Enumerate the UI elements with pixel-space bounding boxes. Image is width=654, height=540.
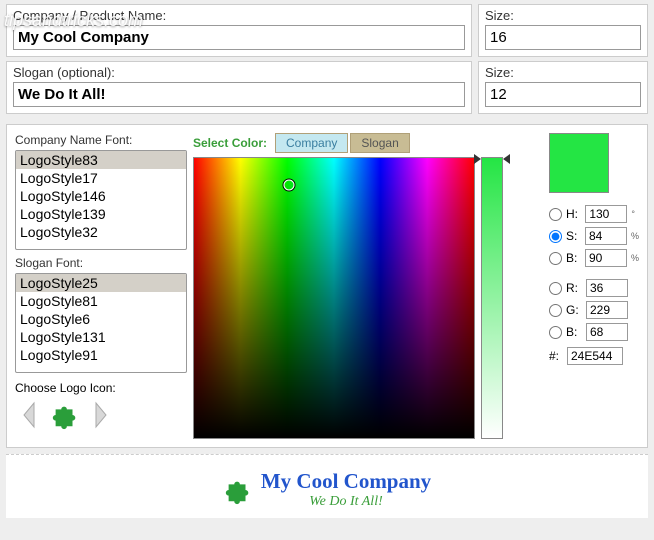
color-field-cursor xyxy=(284,180,295,191)
chevron-right-icon xyxy=(90,401,110,429)
slider-handle-icon xyxy=(503,154,510,164)
label-h: H: xyxy=(566,207,581,221)
select-color-label: Select Color: xyxy=(193,136,267,150)
choose-icon-label: Choose Logo Icon: xyxy=(15,381,187,395)
input-b[interactable] xyxy=(585,249,627,267)
unit-b: % xyxy=(631,253,639,263)
input-r[interactable] xyxy=(586,279,628,297)
input-bl[interactable] xyxy=(586,323,628,341)
next-icon-button[interactable] xyxy=(85,399,115,431)
chevron-left-icon xyxy=(20,401,40,429)
font-option[interactable]: LogoStyle139 xyxy=(16,205,186,223)
size2-input[interactable] xyxy=(485,82,641,107)
slider-handle-icon xyxy=(474,154,481,164)
radio-g[interactable] xyxy=(549,304,562,317)
color-field[interactable] xyxy=(193,157,475,439)
font-option[interactable]: LogoStyle6 xyxy=(16,310,186,328)
size2-group: Size: xyxy=(478,61,648,114)
slogan-input[interactable] xyxy=(13,82,465,107)
brightness-slider[interactable] xyxy=(481,157,503,439)
preview-company-name: My Cool Company xyxy=(261,469,431,494)
logo-preview: My Cool Company We Do It All! xyxy=(6,454,648,518)
label-g: G: xyxy=(566,303,582,317)
slogan-font-list[interactable]: LogoStyle25 LogoStyle81 LogoStyle6 LogoS… xyxy=(15,273,187,373)
input-hex[interactable] xyxy=(567,347,623,365)
font-option[interactable]: LogoStyle17 xyxy=(16,169,186,187)
size1-group: Size: xyxy=(478,4,648,57)
slogan-font-label: Slogan Font: xyxy=(15,256,187,270)
label-s: S: xyxy=(566,229,581,243)
input-s[interactable] xyxy=(585,227,627,245)
size1-input[interactable] xyxy=(485,25,641,50)
radio-bl[interactable] xyxy=(549,326,562,339)
puzzle-icon xyxy=(50,400,80,430)
watermark-text: tipsandtricks.com xyxy=(4,10,143,31)
font-option[interactable]: LogoStyle25 xyxy=(16,274,186,292)
label-hex: #: xyxy=(549,349,563,363)
logo-icon-preview xyxy=(49,399,81,431)
tab-company[interactable]: Company xyxy=(275,133,348,153)
radio-h[interactable] xyxy=(549,208,562,221)
slogan-group: Slogan (optional): xyxy=(6,61,472,114)
label-r: R: xyxy=(566,281,582,295)
preview-slogan: We Do It All! xyxy=(261,494,431,510)
slogan-label: Slogan (optional): xyxy=(13,63,465,82)
size2-label: Size: xyxy=(485,63,641,82)
font-option[interactable]: LogoStyle131 xyxy=(16,328,186,346)
unit-h: ° xyxy=(631,209,639,219)
company-font-list[interactable]: LogoStyle83 LogoStyle17 LogoStyle146 Log… xyxy=(15,150,187,250)
font-option[interactable]: LogoStyle146 xyxy=(16,187,186,205)
color-swatch xyxy=(549,133,609,193)
radio-r[interactable] xyxy=(549,282,562,295)
prev-icon-button[interactable] xyxy=(15,399,45,431)
label-b: B: xyxy=(566,251,581,265)
unit-s: % xyxy=(631,231,639,241)
puzzle-icon xyxy=(223,475,253,505)
input-h[interactable] xyxy=(585,205,627,223)
size1-label: Size: xyxy=(485,6,641,25)
font-option[interactable]: LogoStyle83 xyxy=(16,151,186,169)
tab-slogan[interactable]: Slogan xyxy=(350,133,409,153)
font-option[interactable]: LogoStyle32 xyxy=(16,223,186,241)
label-bl: B: xyxy=(566,325,582,339)
font-option[interactable]: LogoStyle91 xyxy=(16,346,186,364)
font-option[interactable]: LogoStyle81 xyxy=(16,292,186,310)
radio-b[interactable] xyxy=(549,252,562,265)
company-font-label: Company Name Font: xyxy=(15,133,187,147)
input-g[interactable] xyxy=(586,301,628,319)
radio-s[interactable] xyxy=(549,230,562,243)
